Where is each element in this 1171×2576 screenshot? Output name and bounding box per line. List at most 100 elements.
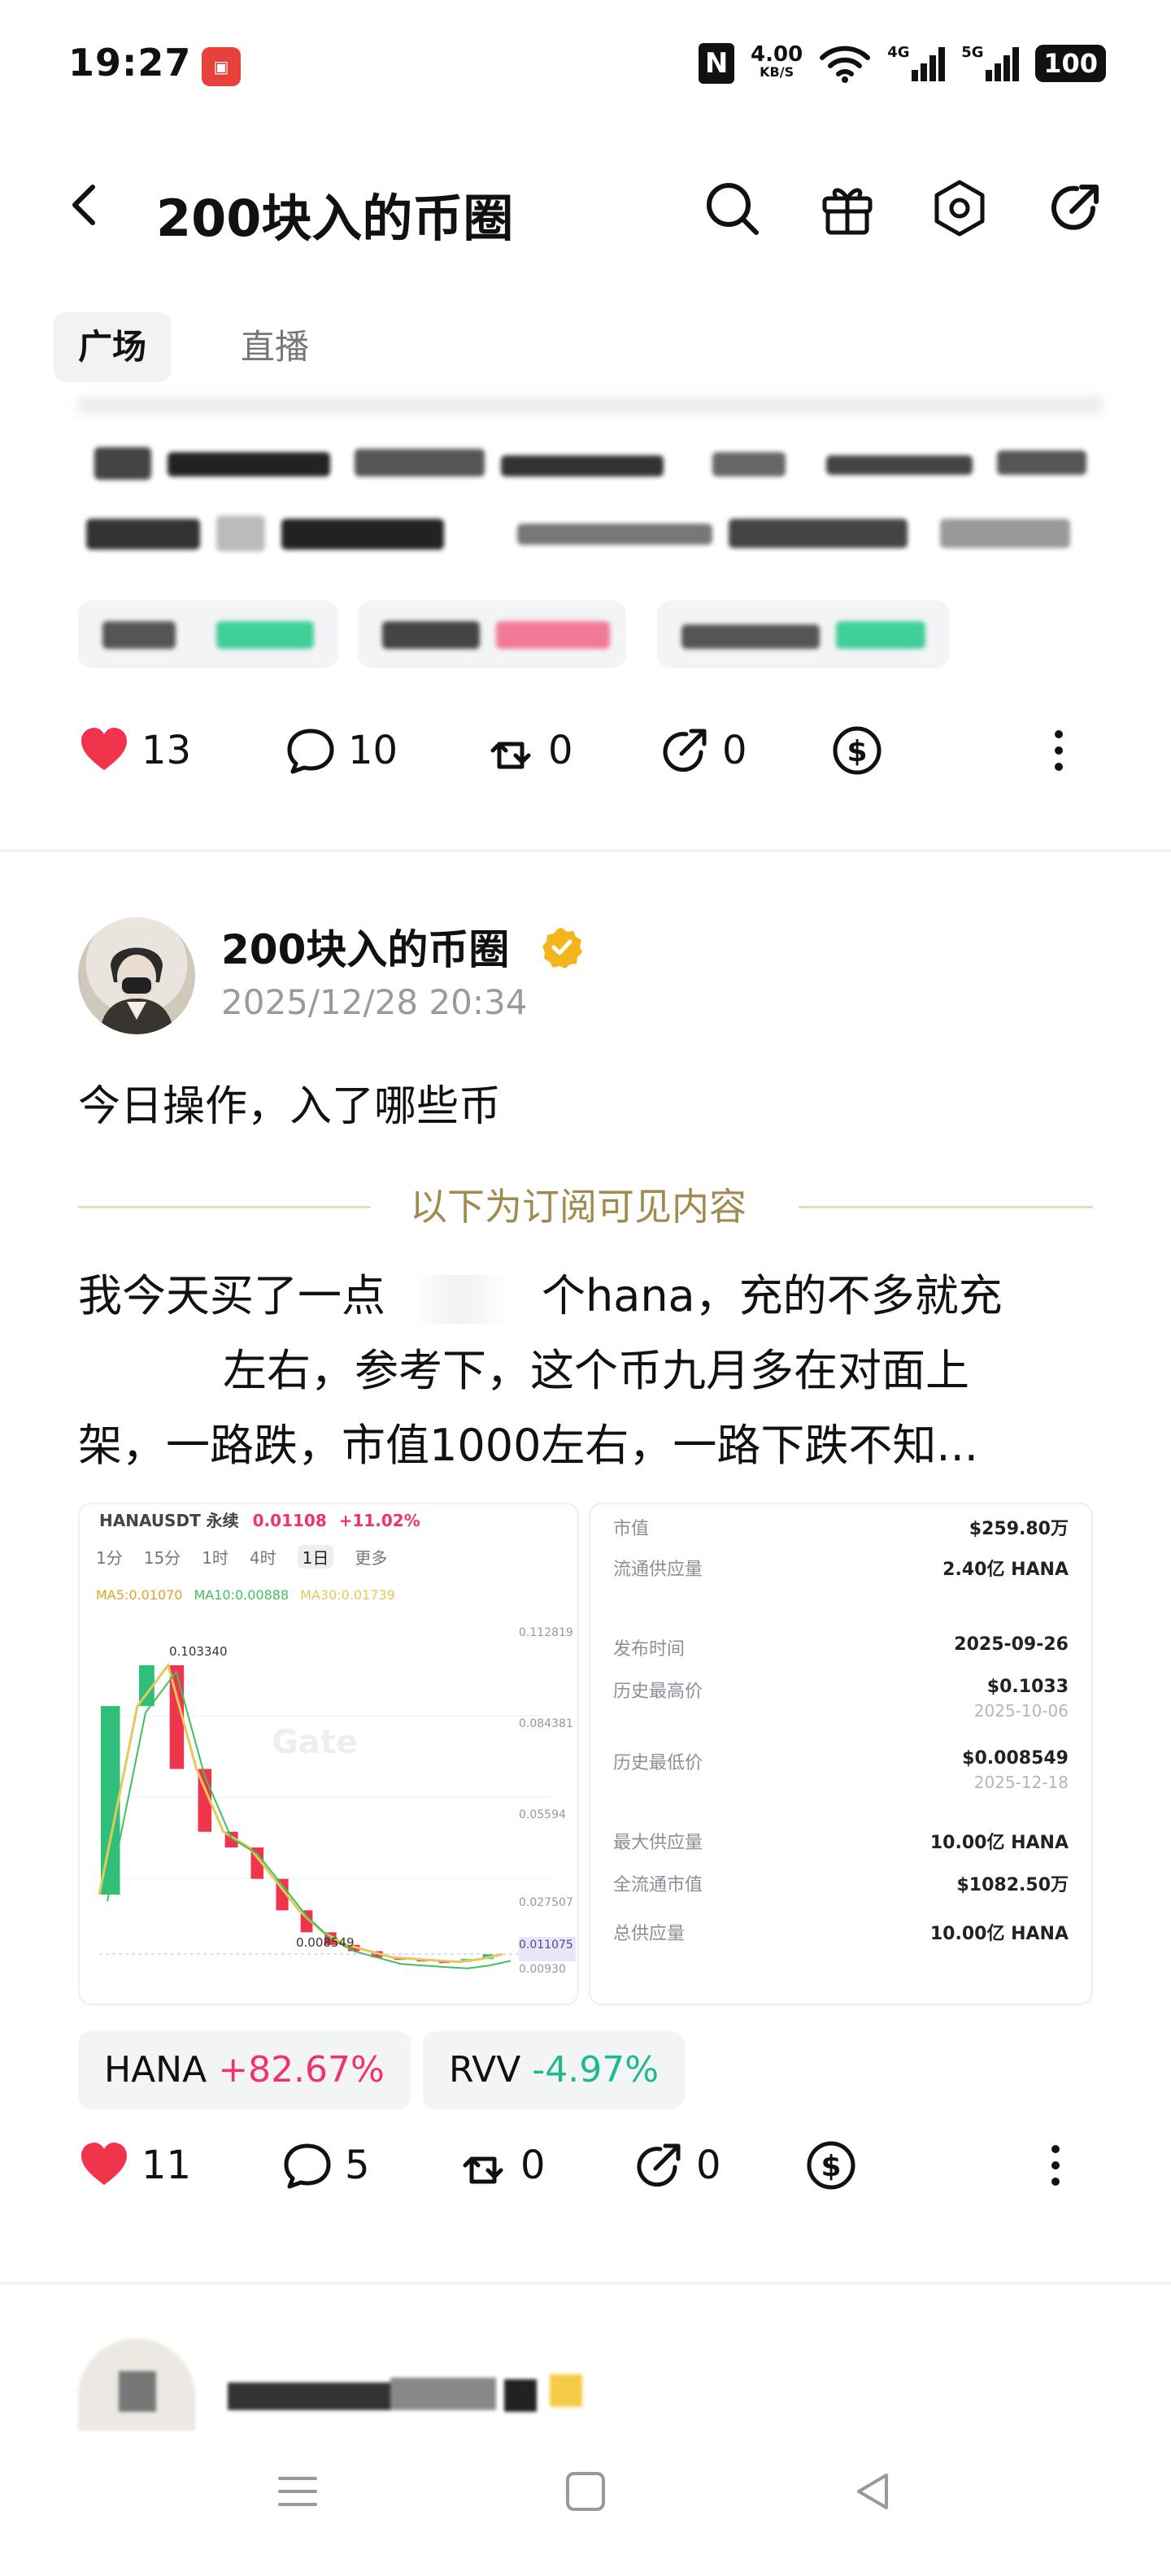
interval-tab[interactable]: 1分 — [96, 1545, 123, 1569]
like-button[interactable]: 13 — [78, 724, 285, 777]
battery-icon: 100 — [1035, 45, 1106, 82]
interval-tab[interactable]: 15分 — [144, 1545, 181, 1569]
app-header: 200块入的币圈 — [0, 154, 1171, 260]
repost-button[interactable]: 0 — [457, 2139, 633, 2191]
body-text: 个hana，充的不多就充 — [542, 1270, 1003, 1321]
svg-text:$: $ — [821, 2150, 841, 2183]
stat-key: 历史最高价 — [613, 1682, 703, 1702]
repost-count: 0 — [548, 728, 573, 773]
ma-label: MA10:0.00888 — [194, 1587, 289, 1603]
author-name[interactable]: 200块入的币圈 — [221, 917, 509, 976]
axis-tick: 0.084381 — [519, 1717, 573, 1730]
comment-button[interactable]: 10 — [285, 724, 485, 777]
comment-button[interactable]: 5 — [281, 2139, 457, 2191]
dollar-icon: $ — [833, 726, 882, 775]
heart-icon — [81, 728, 127, 770]
more-icon[interactable] — [1047, 2139, 1064, 2191]
verified-badge-icon — [542, 928, 582, 968]
interval-tab[interactable]: 更多 — [355, 1545, 387, 1569]
axis-tick: 0.05594 — [519, 1808, 566, 1821]
interval-tabs: 1分 15分 1时 4时 1日 更多 — [96, 1545, 387, 1569]
tip-button[interactable]: $ — [805, 2139, 1047, 2191]
app-notification-icon: ▣ — [202, 47, 241, 86]
coin-tag-rvv[interactable]: RVV -4.97% — [423, 2031, 686, 2109]
stat-subvalue: 2025-12-18 — [973, 1773, 1069, 1792]
tab-square[interactable]: 广场 — [54, 312, 172, 382]
interval-tab[interactable]: 4时 — [250, 1545, 276, 1569]
coin-name: RVV — [449, 2049, 521, 2091]
price-text: 0.01108 — [252, 1511, 327, 1530]
tip-button[interactable]: $ — [831, 724, 1051, 777]
post-date: 2025/12/28 20:34 — [221, 982, 528, 1022]
price-axis: 0.112819 0.084381 0.05594 0.027507 0.011… — [519, 1625, 576, 1978]
stat-value: $0.008549 — [962, 1748, 1069, 1769]
like-button[interactable]: 11 — [78, 2139, 281, 2191]
blurred-text-line — [78, 439, 1103, 485]
avatar[interactable] — [78, 917, 195, 1034]
stat-key: 市值 — [613, 1519, 650, 1539]
comment-icon — [287, 729, 334, 774]
blurred-coin-tag — [78, 600, 338, 668]
high-label: 0.103340 — [169, 1644, 228, 1659]
stat-key: 历史最低价 — [613, 1753, 703, 1773]
home-square-icon[interactable] — [563, 2469, 608, 2514]
axis-tick: 0.027507 — [519, 1896, 573, 1909]
ma-label: MA30:0.01739 — [300, 1587, 395, 1603]
back-triangle-icon[interactable] — [851, 2469, 896, 2514]
network-speed: 4.00 KB/S — [751, 44, 803, 81]
comment-icon — [284, 2143, 331, 2189]
stat-value: $0.1033 — [986, 1677, 1069, 1697]
tab-live[interactable]: 直播 — [216, 312, 333, 382]
repost-icon — [490, 742, 531, 769]
low-label: 0.008549 — [296, 1935, 355, 1950]
back-icon[interactable] — [62, 181, 111, 229]
change-text: +11.02% — [338, 1511, 420, 1530]
axis-tick: 0.112819 — [519, 1626, 573, 1639]
gift-icon[interactable] — [816, 177, 878, 239]
body-text: 我今天买了一点 — [78, 1270, 385, 1321]
chart-screenshot[interactable]: HANAUSDT 永续 0.01108 +11.02% 1分 15分 1时 4时… — [78, 1503, 579, 2005]
share-count: 0 — [722, 728, 747, 773]
stat-key: 发布时间 — [613, 1639, 686, 1660]
settings-icon[interactable] — [929, 177, 990, 239]
blurred-text-line — [78, 397, 1103, 413]
stat-value: $259.80万 — [969, 1519, 1069, 1539]
coin-change: -4.97% — [532, 2049, 660, 2091]
stat-key: 流通供应量 — [613, 1560, 703, 1580]
post1-action-bar: 13 10 0 0 $ — [78, 714, 1095, 787]
interval-tab-active[interactable]: 1日 — [297, 1545, 334, 1569]
body-line-2: 左右，参考下，这个币九月多在对面上 — [223, 1345, 969, 1396]
stat-value: 10.00亿 HANA — [929, 1924, 1069, 1944]
stat-key: 最大供应量 — [613, 1833, 703, 1853]
search-icon[interactable] — [701, 177, 763, 239]
blur-mask — [411, 1275, 509, 1324]
net2-label: 5G — [961, 44, 984, 61]
subscriber-notice: 以下为订阅可见内容 — [410, 1185, 747, 1229]
heart-icon — [81, 2143, 127, 2185]
share-post-button[interactable]: 0 — [659, 724, 831, 777]
status-right: N 4.00 KB/S 4G 5G 100 — [699, 39, 1106, 88]
post-title[interactable]: 今日操作，入了哪些币 — [78, 1072, 501, 1133]
post-body[interactable]: 我今天买了一点 个hana，充的不多就充 左右，参考下，这个币九月多在对面上 架… — [78, 1259, 1103, 1483]
blurred-author — [228, 2374, 594, 2415]
coin-change: +82.67% — [218, 2049, 385, 2091]
menu-icon[interactable] — [275, 2469, 320, 2514]
page-title: 200块入的币圈 — [156, 189, 514, 248]
repost-button[interactable]: 0 — [485, 724, 659, 777]
more-icon[interactable] — [1051, 724, 1067, 777]
blurred-coin-tag — [358, 600, 626, 668]
divider-line — [78, 1206, 371, 1208]
share-icon — [663, 729, 707, 772]
share-post-button[interactable]: 0 — [633, 2139, 805, 2191]
wifi-icon — [820, 46, 871, 83]
signal-5g-icon: 5G — [961, 44, 1020, 81]
status-time: 19:27 — [68, 41, 192, 85]
share-icon — [637, 2143, 681, 2187]
coin-tag-hana[interactable]: HANA +82.67% — [78, 2031, 411, 2109]
status-bar: 19:27 ▣ N 4.00 KB/S 4G 5G 100 — [0, 0, 1171, 122]
stat-value: 2.40亿 HANA — [942, 1560, 1069, 1580]
interval-tab[interactable]: 1时 — [202, 1545, 229, 1569]
token-stats-screenshot[interactable]: 市值 $259.80万 流通供应量 2.40亿 HANA 发布时间 2025-09-26 历… — [589, 1503, 1093, 2005]
share-icon[interactable] — [1044, 177, 1106, 239]
coin-name: HANA — [104, 2049, 207, 2091]
